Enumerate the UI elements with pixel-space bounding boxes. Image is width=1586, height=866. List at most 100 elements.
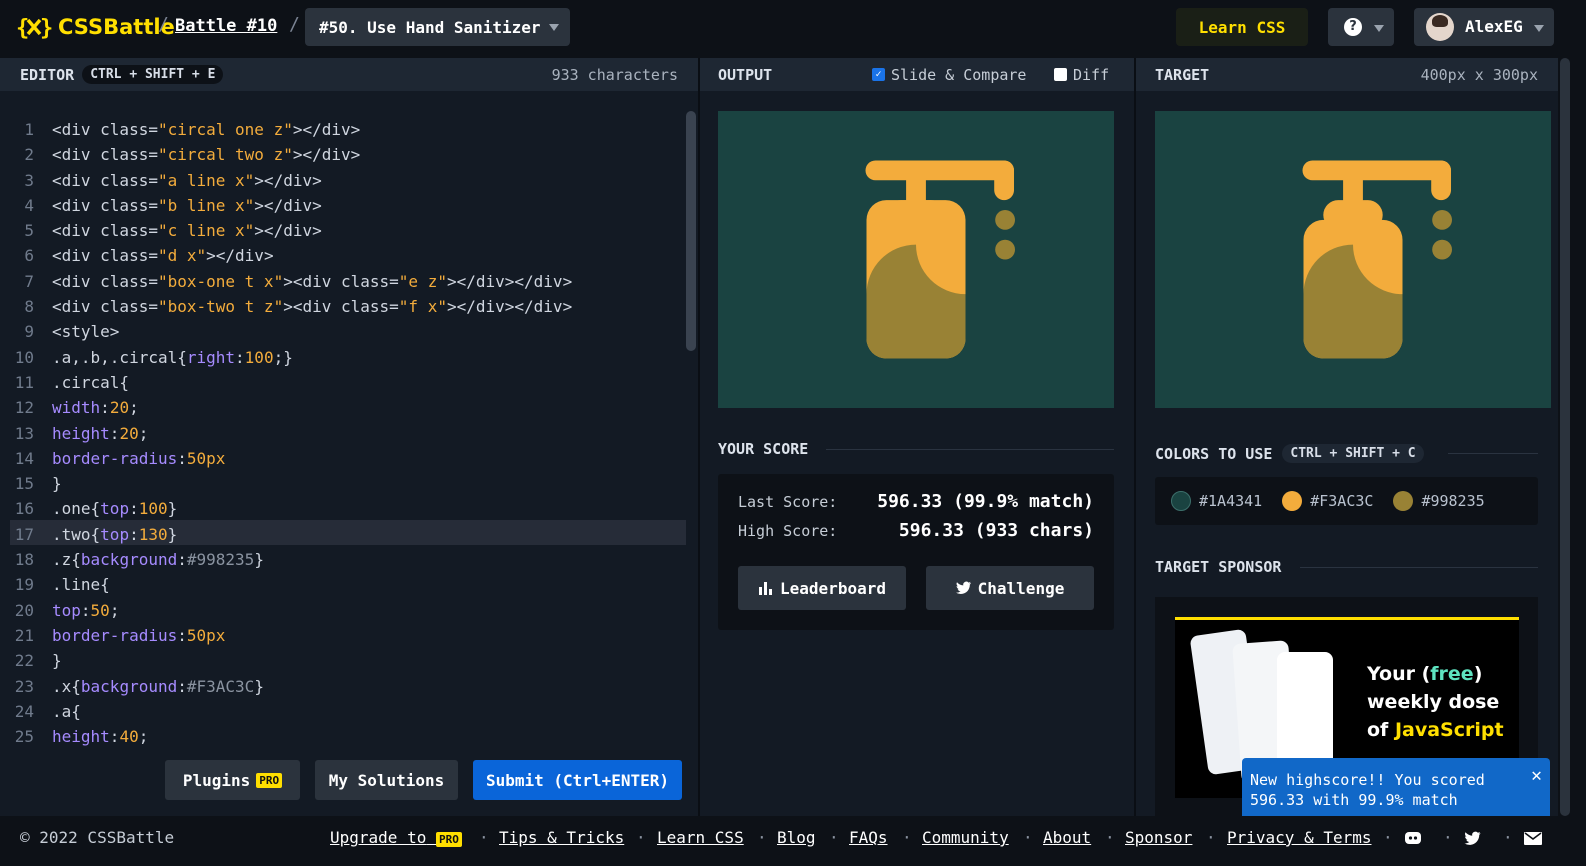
code-editor[interactable]: 1 2 3 4 5 6 7 8 9 10 11 12 13 14 15 16 17 18 19 20 21 22 23 24 2… <box>0 91 698 816</box>
code-line[interactable]: height:20; <box>52 421 686 446</box>
submit-button[interactable]: Submit (Ctrl+ENTER) <box>473 760 682 800</box>
code-line[interactable]: height:40; <box>52 724 686 749</box>
score-box: Last Score: 596.33 (99.9% match) High Sc… <box>718 474 1114 630</box>
code-line[interactable]: <div class="c line x"></div> <box>52 218 686 243</box>
sponsor-link[interactable]: Sponsor <box>1125 828 1192 847</box>
code-line[interactable]: <div class="box-one t x"><div class="e z… <box>52 269 686 294</box>
code-line[interactable]: .a,.b,.circal{right:100;} <box>52 345 686 370</box>
code-line[interactable]: .circal{ <box>52 370 686 395</box>
help-menu-button[interactable]: ? <box>1328 8 1394 46</box>
code-token: "a line x" <box>157 170 255 190</box>
page-scrollbar[interactable] <box>1560 58 1570 816</box>
tips-link[interactable]: Tips & Tricks <box>499 828 624 847</box>
code-token: } <box>254 676 264 696</box>
plugins-button[interactable]: Plugins PRO <box>165 760 300 800</box>
faqs-link[interactable]: FAQs <box>849 828 888 847</box>
code-line[interactable]: .a{ <box>52 699 686 724</box>
toast-message: New highscore!! You scored 596.33 with 9… <box>1250 771 1485 809</box>
checkbox-icon[interactable] <box>1054 68 1067 81</box>
code-line[interactable]: <style> <box>52 319 686 344</box>
code-line[interactable]: } <box>52 648 686 673</box>
code-line[interactable]: top:50; <box>52 598 686 623</box>
code-line[interactable]: .one{top:100} <box>52 496 686 521</box>
upgrade-link[interactable]: Upgrade to PRO <box>330 828 462 847</box>
my-solutions-button[interactable]: My Solutions <box>315 760 458 800</box>
leaderboard-button[interactable]: Leaderboard <box>738 566 906 610</box>
color-swatch[interactable]: #F3AC3C <box>1282 491 1373 511</box>
close-icon[interactable]: ✕ <box>1531 766 1542 786</box>
privacy-link[interactable]: Privacy & Terms <box>1227 828 1372 847</box>
code-line[interactable]: <div class="a line x"></div> <box>52 168 686 193</box>
code-line[interactable]: width:20; <box>52 395 686 420</box>
code-token: } <box>167 499 178 519</box>
footer-separator: · <box>757 828 767 847</box>
code-token: "circal one z" <box>157 120 293 139</box>
editor-scrollbar[interactable] <box>686 111 696 351</box>
code-token: : <box>109 727 120 747</box>
code-token: "b line x" <box>157 195 255 215</box>
user-menu[interactable]: AlexEG <box>1414 8 1554 46</box>
line-number: 24 <box>14 701 34 721</box>
code-line[interactable]: } <box>52 471 686 496</box>
sanitizer-target-drawing <box>1302 160 1452 359</box>
code-lines[interactable]: <div class="circal one z"></div> <div cla… <box>52 117 686 749</box>
colors-title: COLORS TO USE <box>1155 444 1273 463</box>
code-token: : <box>109 423 120 443</box>
color-swatch[interactable]: #1A4341 <box>1171 491 1262 511</box>
line-number: 16 <box>14 499 34 519</box>
color-swatch[interactable]: #998235 <box>1393 491 1485 511</box>
breadcrumb-battle[interactable]: Battle #10 <box>175 16 277 36</box>
line-number: 7 <box>24 271 34 291</box>
code-token: right <box>186 347 236 367</box>
about-link[interactable]: About <box>1043 828 1091 847</box>
challenge-select[interactable]: #50. Use Hand Sanitizer <box>305 8 570 46</box>
footer: © 2022 CSSBattle Upgrade to PRO · Tips &… <box>0 816 1586 866</box>
slide-compare-toggle[interactable]: ✓ Slide & Compare <box>872 66 1026 84</box>
line-number: 22 <box>14 651 34 671</box>
learn-css-link[interactable]: Learn CSS <box>657 828 744 847</box>
code-line[interactable]: .line{ <box>52 572 686 597</box>
code-line[interactable]: border-radius:50px <box>52 623 686 648</box>
target-header: TARGET 400px x 300px <box>1136 58 1558 91</box>
upgrade-label: Upgrade to <box>330 828 427 847</box>
code-line[interactable]: .x{background:#F3AC3C} <box>52 674 686 699</box>
sponsor-text-part: of <box>1367 719 1395 741</box>
code-line[interactable]: .z{background:#998235} <box>52 547 686 572</box>
avatar <box>1426 13 1454 41</box>
twitter-icon[interactable] <box>1464 831 1482 846</box>
code-line[interactable]: border-radius:50px <box>52 446 686 471</box>
discord-icon[interactable] <box>1404 830 1422 846</box>
diff-toggle[interactable]: Diff <box>1054 66 1109 84</box>
output-canvas[interactable] <box>718 111 1114 408</box>
code-line[interactable]: <div class="d x"></div> <box>52 243 686 268</box>
blog-link[interactable]: Blog <box>777 828 816 847</box>
line-number: 2 <box>24 145 34 165</box>
challenge-button[interactable]: Challenge <box>926 566 1094 610</box>
line-number: 23 <box>14 676 34 696</box>
sponsor-text: Your (free) weekly dose of JavaScript <box>1367 660 1504 744</box>
community-link[interactable]: Community <box>922 828 1009 847</box>
logo[interactable]: { } CSSBattle <box>16 14 175 40</box>
checkbox-checked-icon[interactable]: ✓ <box>872 68 885 81</box>
code-line[interactable]: .two{top:130} <box>52 522 686 547</box>
code-line[interactable]: <div class="box-two t z"><div class="f x… <box>52 294 686 319</box>
code-token: .x{ <box>52 676 81 696</box>
line-number: 1 <box>24 120 34 139</box>
color-dot <box>1393 491 1414 511</box>
logo-icon: { } <box>16 16 52 40</box>
code-token: } <box>52 474 62 494</box>
code-token: top <box>100 524 130 544</box>
code-line[interactable]: <div class="circal one z"></div> <box>52 117 686 142</box>
code-token: 50px <box>186 448 226 468</box>
code-token: ></div> <box>206 246 274 266</box>
code-line[interactable]: <div class="circal two z"></div> <box>52 142 686 167</box>
code-token: ></div> <box>292 145 361 165</box>
code-line[interactable]: <div class="b line x"></div> <box>52 193 686 218</box>
code-token: ></div> <box>292 120 361 139</box>
last-score-value: 596.33 (99.9% match) <box>877 491 1094 512</box>
learn-css-button[interactable]: Learn CSS <box>1176 8 1308 46</box>
email-icon[interactable] <box>1524 832 1542 845</box>
target-canvas[interactable] <box>1155 111 1551 408</box>
code-token: .circal{ <box>52 372 130 392</box>
top-bar: { } CSSBattle / Battle #10 / #50. Use Ha… <box>0 0 1586 58</box>
